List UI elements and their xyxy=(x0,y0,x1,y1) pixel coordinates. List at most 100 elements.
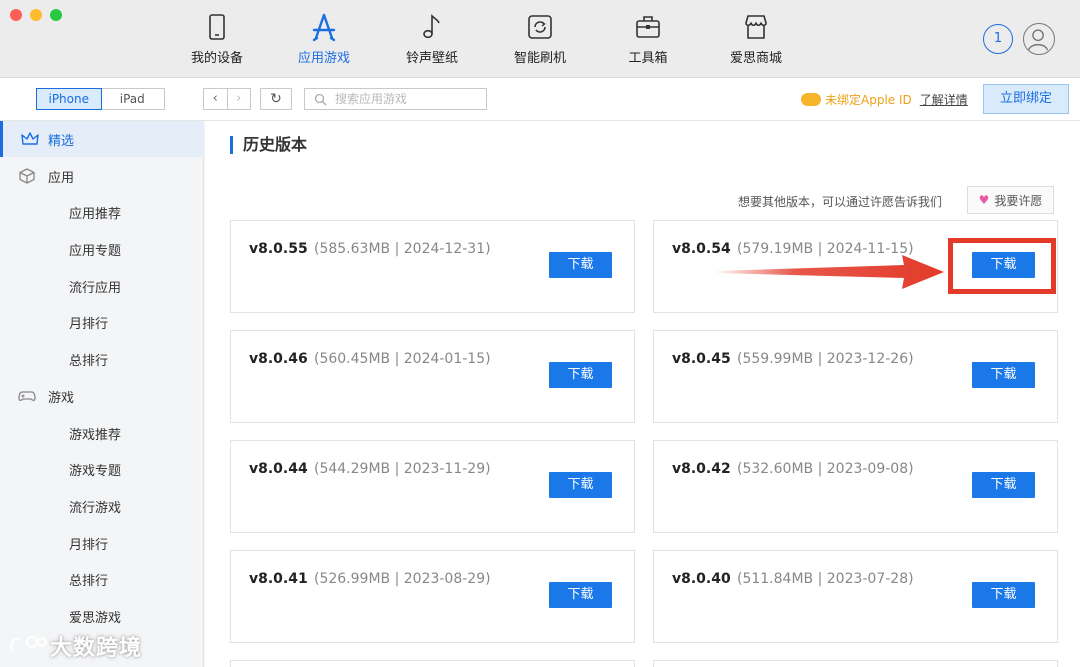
close-window-button[interactable] xyxy=(10,9,22,21)
sidebar-item-popular-games[interactable]: 流行游戏 xyxy=(0,488,204,524)
sidebar-item-label: 游戏 xyxy=(48,390,75,406)
refresh-button[interactable]: ↻ xyxy=(260,88,292,110)
nav-label: 工具箱 xyxy=(628,51,668,66)
version-card: v8.0.46 (560.45MB | 2024-01-15) 下载 xyxy=(230,330,635,423)
version-number: v8.0.41 xyxy=(249,571,308,587)
sidebar-item-game-recommend[interactable]: 游戏推荐 xyxy=(0,415,204,451)
version-number: v8.0.46 xyxy=(249,351,308,367)
nav-toolbox[interactable]: 工具箱 xyxy=(603,12,693,66)
nav-label: 智能刷机 xyxy=(513,51,566,66)
sidebar-item-game-monthly-rank[interactable]: 月排行 xyxy=(0,525,204,561)
nav-my-device[interactable]: 我的设备 xyxy=(172,12,262,66)
watermark-logo-icon xyxy=(10,636,47,652)
nav-label: 应用游戏 xyxy=(297,51,350,66)
cube-icon xyxy=(19,168,35,184)
top-toolbar: 我的设备 应用游戏 铃声壁纸 智能刷机 工具箱 爱思商城 1 xyxy=(0,0,1080,78)
apple-id-status: 未绑定Apple ID xyxy=(825,93,912,107)
sidebar-item-app-monthly-rank[interactable]: 月排行 xyxy=(0,304,204,340)
version-number: v8.0.44 xyxy=(249,461,308,477)
sidebar-item-game-total-rank[interactable]: 总排行 xyxy=(0,561,204,597)
device-type-switch: iPhone iPad xyxy=(36,88,165,110)
version-number: v8.0.40 xyxy=(672,571,731,587)
version-card: v8.0.42 (532.60MB | 2023-09-08) 下载 xyxy=(653,440,1058,533)
download-button[interactable]: 下载 xyxy=(972,582,1035,608)
search-box xyxy=(304,88,487,110)
download-queue-button[interactable]: 1 xyxy=(983,24,1013,54)
version-card: v8.0.40 (511.84MB | 2023-07-28) 下载 xyxy=(653,550,1058,643)
phone-icon xyxy=(209,14,225,40)
version-card: v8.0.45 (559.99MB | 2023-12-26) 下载 xyxy=(653,330,1058,423)
crown-icon xyxy=(21,132,39,145)
wish-button-label: 我要许愿 xyxy=(994,193,1043,208)
sidebar-item-popular-apps[interactable]: 流行应用 xyxy=(0,268,204,304)
download-button[interactable]: 下载 xyxy=(549,362,612,388)
sidebar-item-app-total-rank[interactable]: 总排行 xyxy=(0,341,204,377)
bind-apple-id-button[interactable]: 立即绑定 xyxy=(983,84,1069,114)
music-note-icon xyxy=(423,14,440,39)
version-number: v8.0.45 xyxy=(672,351,731,367)
nav-ringtones-wallpapers[interactable]: 铃声壁纸 xyxy=(387,12,477,66)
sidebar-item-label: 应用 xyxy=(48,170,75,186)
sidebar-item-games[interactable]: 游戏 xyxy=(0,378,204,414)
nav-label: 铃声壁纸 xyxy=(405,51,458,66)
version-meta: (526.99MB | 2023-08-29) xyxy=(314,571,491,587)
nav-smart-flash[interactable]: 智能刷机 xyxy=(495,12,585,66)
app-store-icon xyxy=(312,13,336,42)
version-meta: (559.99MB | 2023-12-26) xyxy=(737,351,914,367)
toolbox-icon xyxy=(636,16,660,38)
forward-button[interactable]: › xyxy=(226,89,251,109)
flash-refresh-icon xyxy=(528,15,552,39)
download-button[interactable]: 下载 xyxy=(972,472,1035,498)
sidebar-item-app-recommend[interactable]: 应用推荐 xyxy=(0,194,204,230)
apple-id-notice: 未绑定Apple ID 了解详情 xyxy=(801,91,968,108)
sidebar: 精选 应用 应用推荐 应用专题 流行应用 月排行 总排行 游戏 游戏推荐 游戏专… xyxy=(0,121,204,667)
store-icon xyxy=(745,15,767,39)
tab-iphone[interactable]: iPhone xyxy=(36,88,102,110)
download-button[interactable]: 下载 xyxy=(549,582,612,608)
nav-label: 爱思商城 xyxy=(729,51,782,66)
wish-hint: 想要其他版本，可以通过许愿告诉我们 xyxy=(738,195,943,209)
learn-more-link[interactable]: 了解详情 xyxy=(920,91,968,108)
nav-apps-games[interactable]: 应用游戏 xyxy=(279,12,369,66)
version-meta: (544.29MB | 2023-11-29) xyxy=(314,461,491,477)
tab-ipad[interactable]: iPad xyxy=(101,89,165,109)
version-card: v8.0.44 (544.29MB | 2023-11-29) 下载 xyxy=(230,440,635,533)
download-button[interactable]: 下载 xyxy=(972,362,1035,388)
gamepad-icon xyxy=(18,391,36,402)
version-card-partial xyxy=(653,660,1058,667)
search-input[interactable] xyxy=(335,90,483,108)
sidebar-item-i4-games[interactable]: 爱思游戏 xyxy=(0,598,204,634)
minimize-window-button[interactable] xyxy=(30,9,42,21)
version-number: v8.0.55 xyxy=(249,241,308,257)
version-meta: (560.45MB | 2024-01-15) xyxy=(314,351,491,367)
main-content: 历史版本 想要其他版本，可以通过许愿告诉我们 ♥ 我要许愿 v8.0.55 (5… xyxy=(205,121,1080,667)
cloud-warning-icon xyxy=(801,93,821,106)
sidebar-item-featured[interactable]: 精选 xyxy=(0,121,204,157)
download-button[interactable]: 下载 xyxy=(549,252,612,278)
sidebar-item-game-topics[interactable]: 游戏专题 xyxy=(0,451,204,487)
sidebar-item-apps[interactable]: 应用 xyxy=(0,158,204,194)
heart-icon: ♥ xyxy=(978,193,990,207)
make-wish-button[interactable]: ♥ 我要许愿 xyxy=(967,186,1054,214)
version-number: v8.0.42 xyxy=(672,461,731,477)
red-arrow-annotation xyxy=(714,255,944,289)
search-icon xyxy=(314,93,327,106)
sidebar-item-app-topics[interactable]: 应用专题 xyxy=(0,231,204,267)
highlight-box-annotation xyxy=(948,238,1056,294)
user-avatar[interactable] xyxy=(1023,23,1055,55)
secondary-toolbar: iPhone iPad ‹ › ↻ 未绑定Apple ID 了解详情 立即绑定 xyxy=(0,78,1080,121)
nav-store[interactable]: 爱思商城 xyxy=(711,12,801,66)
back-button[interactable]: ‹ xyxy=(204,89,227,109)
nav-label: 我的设备 xyxy=(190,51,243,66)
version-meta: (585.63MB | 2024-12-31) xyxy=(314,241,491,257)
version-meta: (532.60MB | 2023-09-08) xyxy=(737,461,914,477)
version-card: v8.0.55 (585.63MB | 2024-12-31) 下载 xyxy=(230,220,635,313)
version-meta: (511.84MB | 2023-07-28) xyxy=(737,571,914,587)
zoom-window-button[interactable] xyxy=(50,9,62,21)
section-title: 历史版本 xyxy=(230,136,307,154)
download-button[interactable]: 下载 xyxy=(549,472,612,498)
watermark-text: 大数跨境 xyxy=(50,636,143,661)
history-nav: ‹ › xyxy=(203,88,251,110)
user-icon xyxy=(1028,29,1049,51)
sidebar-item-label: 精选 xyxy=(48,133,75,149)
